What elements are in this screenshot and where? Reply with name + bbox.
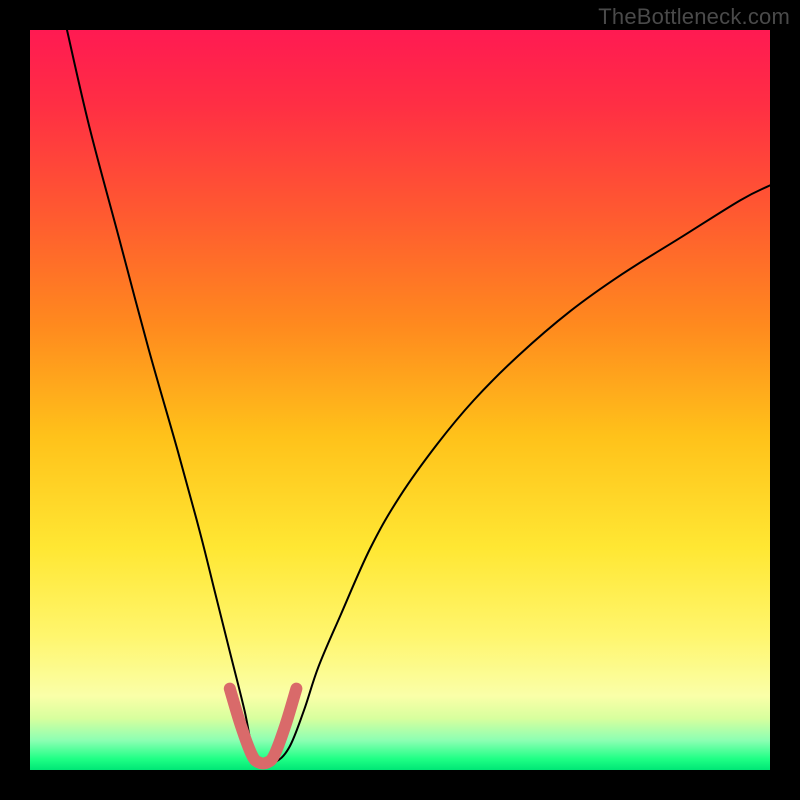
chart-frame: TheBottleneck.com <box>0 0 800 800</box>
main-curve <box>67 30 770 765</box>
plot-area <box>30 30 770 770</box>
curve-layer <box>30 30 770 770</box>
watermark-text: TheBottleneck.com <box>598 4 790 30</box>
